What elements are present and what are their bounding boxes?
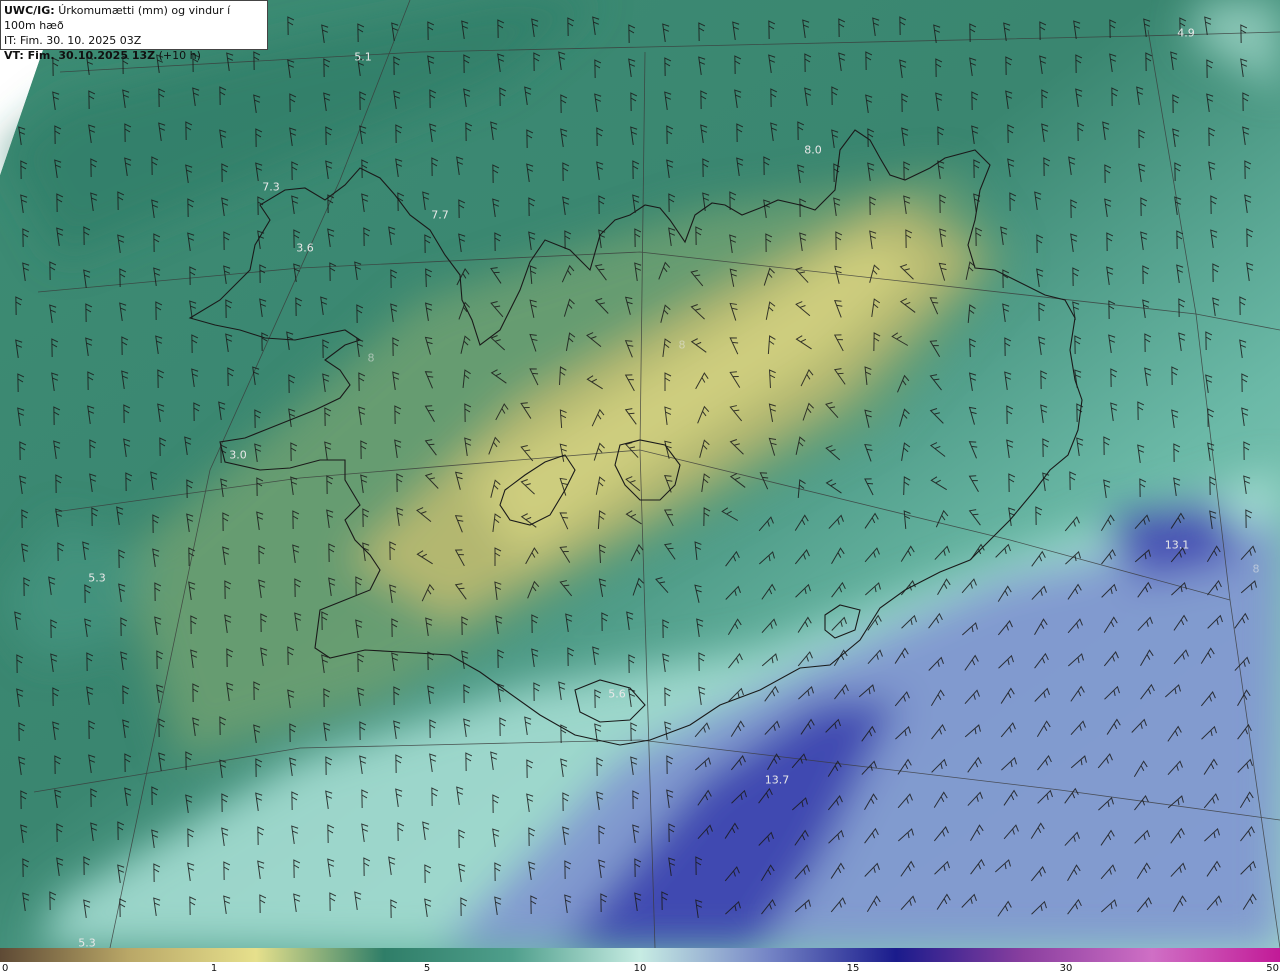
colorbar-tick: 15 bbox=[846, 963, 860, 974]
value-label: 3.6 bbox=[296, 241, 314, 255]
value-label: 5.3 bbox=[88, 571, 106, 585]
map-header-box: UWC/IG: Úrkomumætti (mm) og vindur í 100… bbox=[0, 0, 268, 62]
colorbar-tick: 10 bbox=[633, 963, 647, 974]
value-label: 5.1 bbox=[354, 50, 372, 64]
value-label: 8 bbox=[678, 338, 686, 352]
colorbar-tick: 0 bbox=[2, 963, 9, 974]
valid-time-line: VT: Fim. 30.10.2025 13Z (+10 h) bbox=[4, 48, 264, 63]
colorbar-tick: 50 bbox=[1266, 963, 1279, 974]
value-label: 13.7 bbox=[764, 773, 790, 787]
precipitation-wind-map bbox=[0, 0, 1280, 948]
value-label: 7.3 bbox=[262, 180, 280, 194]
value-label: 3.0 bbox=[229, 448, 247, 462]
colorbar-tick: 1 bbox=[210, 963, 218, 974]
value-label: 8.0 bbox=[804, 143, 822, 157]
colorbar-ticks: 0 1 5 10 15 30 50 bbox=[0, 962, 1280, 978]
colorbar bbox=[0, 948, 1280, 962]
lead-time: (+10 h) bbox=[158, 49, 201, 62]
initial-time: IT: Fim. 30. 10. 2025 03Z bbox=[4, 34, 142, 47]
value-label: 13.1 bbox=[1164, 538, 1190, 552]
value-label: 8 bbox=[1252, 562, 1260, 576]
colorbar-tick: 5 bbox=[423, 963, 431, 974]
colorbar-tick: 30 bbox=[1059, 963, 1073, 974]
title-line: UWC/IG: Úrkomumætti (mm) og vindur í 100… bbox=[4, 3, 264, 33]
value-label: 7.7 bbox=[431, 208, 449, 222]
value-label: 5.6 bbox=[608, 687, 626, 701]
valid-time: VT: Fim. 30.10.2025 13Z bbox=[4, 49, 156, 62]
value-label: 4.9 bbox=[1177, 26, 1195, 40]
model-name: UWC/IG: bbox=[4, 4, 55, 17]
value-label: 8 bbox=[367, 351, 375, 365]
